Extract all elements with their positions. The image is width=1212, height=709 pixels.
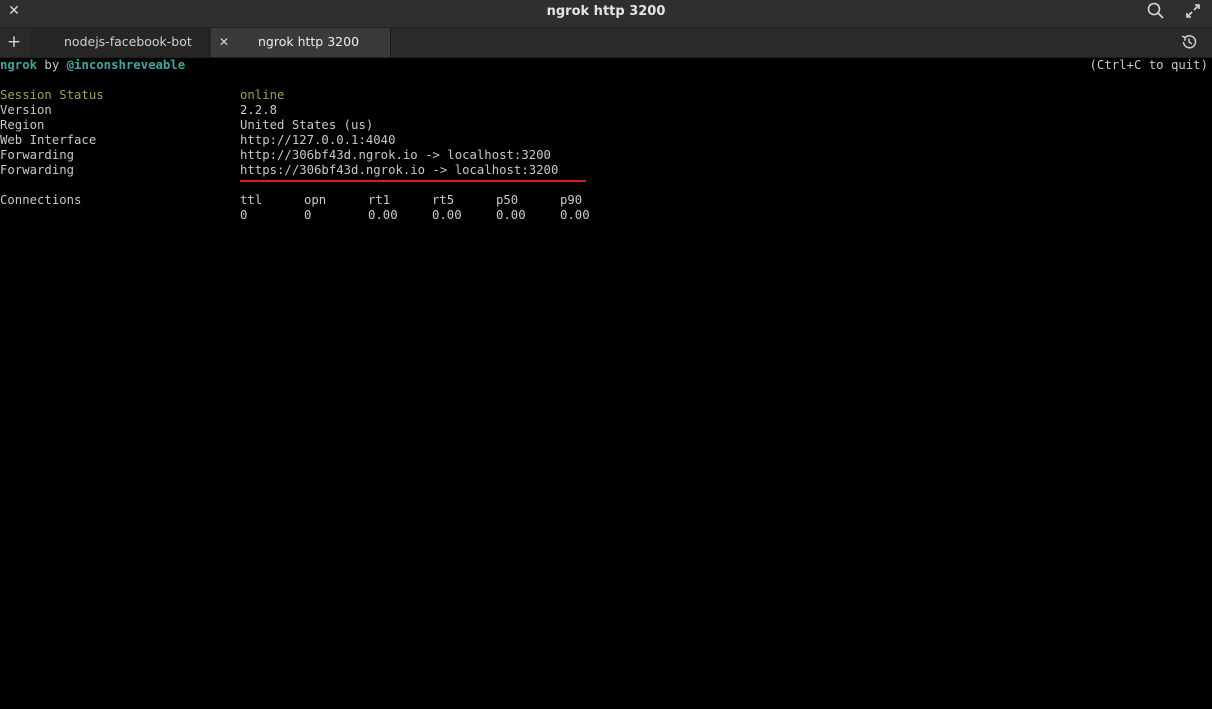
ngrok-brand: ngrok: [0, 58, 38, 72]
ngrok-header: ngrok by @inconshreveable: [0, 58, 185, 73]
field-label: Region: [0, 118, 45, 132]
conn-header-rt1: rt1: [368, 193, 391, 207]
terminal-output[interactable]: ngrok by @inconshreveable (Ctrl+C to qui…: [0, 58, 1212, 709]
search-icon[interactable]: [1146, 1, 1166, 21]
window-titlebar: ✕ ngrok http 3200: [0, 0, 1212, 28]
new-tab-button[interactable]: +: [5, 32, 23, 52]
highlight-underline: [240, 180, 586, 182]
conn-value-ttl: 0: [240, 208, 248, 222]
conn-value-rt5: 0.00: [432, 208, 462, 222]
conn-header-p90: p90: [560, 193, 583, 207]
tab-label: nodejs-facebook-bot: [64, 34, 192, 49]
conn-value-p50: 0.00: [496, 208, 526, 222]
by-text: by: [37, 58, 67, 72]
tab-label: ngrok http 3200: [258, 34, 360, 49]
conn-value-p90: 0.00: [560, 208, 590, 222]
author-handle: @inconshreveable: [66, 58, 186, 72]
tab-nodejs-facebook-bot[interactable]: nodejs-facebook-bot: [30, 28, 210, 57]
forwarding-http-value: http://306bf43d.ngrok.io -> localhost:32…: [240, 148, 551, 162]
conn-value-rt1: 0.00: [368, 208, 398, 222]
window-title: ngrok http 3200: [546, 4, 666, 19]
forwarding-https-value: https://306bf43d.ngrok.io -> localhost:3…: [240, 163, 559, 177]
conn-header-rt5: rt5: [432, 193, 455, 207]
field-label: Forwarding: [0, 148, 75, 162]
maximize-icon[interactable]: [1183, 1, 1203, 21]
connections-label: Connections: [0, 193, 82, 207]
region-value: United States (us): [240, 118, 374, 132]
field-label: Forwarding: [0, 163, 75, 177]
version-value: 2.2.8: [240, 103, 278, 117]
tab-bar: + nodejs-facebook-bot ✕ ngrok http 3200: [0, 28, 1212, 58]
field-label: Session Status: [0, 88, 104, 102]
field-label: Version: [0, 103, 52, 117]
session-status-value: online: [240, 88, 285, 102]
conn-header-opn: opn: [304, 193, 327, 207]
web-interface-value: http://127.0.0.1:4040: [240, 133, 396, 147]
tab-ngrok-http-3200[interactable]: ✕ ngrok http 3200: [211, 28, 391, 57]
conn-header-ttl: ttl: [240, 193, 263, 207]
tab-close-button[interactable]: ✕: [217, 28, 231, 56]
history-icon[interactable]: [1179, 32, 1199, 52]
conn-value-opn: 0: [304, 208, 312, 222]
conn-header-p50: p50: [496, 193, 519, 207]
field-label: Web Interface: [0, 133, 97, 147]
quit-hint: (Ctrl+C to quit): [1089, 58, 1208, 72]
